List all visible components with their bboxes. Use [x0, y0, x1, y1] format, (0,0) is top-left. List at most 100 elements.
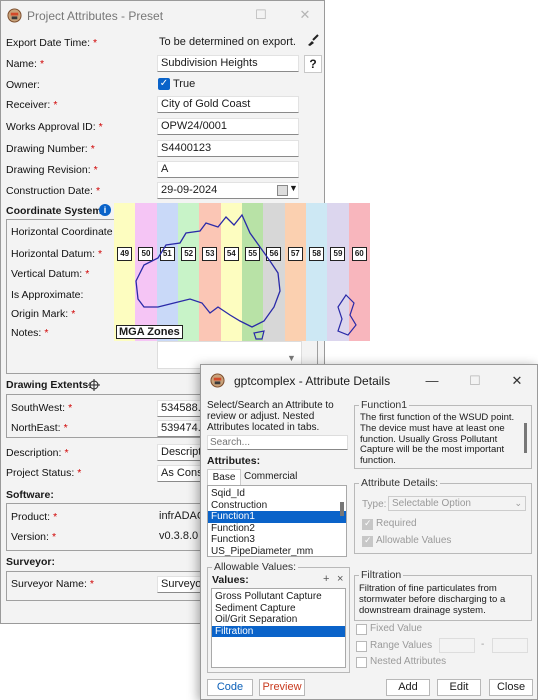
software-heading: Software: — [6, 489, 54, 501]
export-date-value: To be determined on export. — [159, 36, 296, 48]
remove-value-icon[interactable]: × — [337, 573, 343, 585]
calendar-icon[interactable] — [277, 185, 288, 196]
description-label: Description: * — [6, 447, 69, 459]
owner-value: True — [173, 78, 196, 90]
vertical-datum-label: Vertical Datum: * — [11, 268, 90, 280]
app-icon — [210, 373, 225, 388]
range-min-field[interactable] — [439, 638, 475, 653]
horizontal-datum-label: Horizontal Datum: * — [11, 248, 103, 260]
add-button[interactable]: Add — [386, 679, 430, 696]
australia-outline — [135, 213, 357, 340]
product-label: Product: * — [11, 511, 58, 523]
product-value: infrADAC — [159, 510, 205, 522]
northeast-label: NorthEast: * — [11, 422, 68, 434]
attribute-list-item[interactable]: Sqid_Id — [208, 488, 346, 500]
description-scrollbar[interactable] — [524, 423, 527, 453]
allowable-values-title: Allowable Values: — [212, 561, 299, 573]
close-icon[interactable]: ✕ — [509, 373, 525, 389]
receiver-field[interactable]: City of Gold Coast — [157, 96, 299, 113]
fixed-value-checkbox[interactable] — [356, 624, 367, 635]
drawing-number-label: Drawing Number: * — [6, 143, 95, 155]
close-button[interactable]: Close — [489, 679, 533, 696]
surveyor-name-label: Surveyor Name: * — [11, 578, 94, 590]
drawing-revision-field[interactable]: A — [157, 161, 299, 178]
value-list-item[interactable]: Gross Pollutant Capture — [212, 591, 345, 603]
works-approval-label: Works Approval ID: * — [6, 121, 103, 133]
value-list-item[interactable]: Oil/Grit Separation — [212, 614, 345, 626]
description-box-title: Function1 — [359, 399, 410, 411]
maximize-icon[interactable]: ☐ — [253, 7, 269, 23]
preset-title-bar: Project Attributes - Preset ☐ ✕ — [1, 1, 324, 31]
attribute-list-item[interactable]: Function3 — [208, 534, 346, 546]
mga-zones-map: 49 50 51 52 53 54 55 56 57 58 59 60 MGA Zones — [114, 203, 370, 341]
edit-button[interactable]: Edit — [437, 679, 481, 696]
type-select[interactable]: Selectable Option ⌄ — [388, 496, 526, 511]
attributes-list[interactable]: Sqid_Id Construction Function1 Function2 Fun… — [207, 485, 347, 557]
tab-commercial[interactable]: Commercial — [244, 471, 297, 482]
range-values-label: Range Values — [370, 640, 433, 651]
project-status-label: Project Status: * — [6, 467, 82, 479]
value-list-item[interactable]: Sediment Capture — [212, 603, 345, 615]
add-value-icon[interactable]: + — [323, 573, 329, 585]
search-input[interactable] — [207, 435, 348, 450]
range-values-checkbox[interactable] — [356, 641, 367, 652]
close-icon[interactable]: ✕ — [297, 7, 313, 23]
notes-label: Notes: * — [11, 327, 49, 339]
southwest-label: SouthWest: * — [11, 402, 73, 414]
attribute-list-item[interactable]: Function2 — [208, 523, 346, 535]
values-label: Values: — [212, 574, 249, 586]
minimize-icon[interactable]: — — [424, 373, 440, 389]
crosshair-icon[interactable] — [88, 379, 100, 391]
attribute-details-box: Attribute Details: Type: Selectable Opti… — [354, 477, 532, 554]
value-list-item[interactable]: Filtration — [212, 625, 345, 637]
details-window-title: gptcomplex - Attribute Details — [234, 374, 391, 388]
owner-label: Owner: — [6, 79, 40, 91]
preset-window-title: Project Attributes - Preset — [27, 9, 164, 23]
allowable-values-box: Allowable Values: Values: + × Gross Poll… — [207, 561, 350, 673]
name-label: Name: * — [6, 58, 45, 70]
attributes-scrollbar[interactable] — [340, 502, 344, 516]
value-description-text: Filtration of fine particulates from sto… — [359, 583, 506, 616]
attribute-list-item[interactable]: US_PipeDiameter_mm — [208, 546, 346, 557]
app-icon — [7, 8, 22, 23]
date-dropdown-icon[interactable]: ▼ — [289, 183, 298, 193]
nested-attributes-checkbox[interactable] — [356, 657, 367, 668]
attribute-details-title: Attribute Details: — [359, 477, 441, 489]
type-label: Type: — [362, 499, 387, 510]
description-box: Function1 The first function of the WSUD… — [354, 399, 532, 469]
attribute-list-item[interactable]: Function1 — [208, 511, 346, 523]
mga-zones-label: MGA Zones — [116, 325, 183, 339]
allowable-values-label: Allowable Values — [376, 535, 452, 546]
drawing-extents-heading: Drawing Extents: — [6, 379, 92, 391]
construction-date-label: Construction Date: * — [6, 185, 101, 197]
fixed-value-label: Fixed Value — [370, 623, 423, 634]
info-icon[interactable]: i — [99, 204, 111, 216]
search-help-text: Select/Search an Attribute to review or … — [207, 400, 334, 433]
required-label: Required — [376, 518, 417, 529]
brush-icon[interactable] — [304, 33, 322, 51]
chevron-down-icon: ⌄ — [514, 498, 522, 508]
help-button[interactable]: ? — [304, 55, 322, 73]
attributes-label: Attributes: — [207, 455, 261, 467]
works-approval-field[interactable]: OPW24/0001 — [157, 118, 299, 135]
surveyor-heading: Surveyor: — [6, 556, 56, 568]
notes-scroll-icon[interactable]: ▼ — [287, 353, 296, 363]
version-value: v0.3.8.0 ( — [159, 530, 205, 542]
required-checkbox[interactable] — [362, 518, 373, 530]
tab-base[interactable]: Base — [207, 469, 241, 485]
range-separator: - — [481, 639, 485, 650]
values-list[interactable]: Gross Pollutant Capture Sediment Capture O… — [211, 588, 346, 668]
name-field[interactable]: Subdivision Heights — [157, 55, 299, 72]
allowable-values-checkbox[interactable] — [362, 535, 373, 547]
value-description-box: Filtration Filtration of fine particulat… — [354, 569, 532, 621]
maximize-icon[interactable]: ☐ — [467, 373, 483, 389]
drawing-number-field[interactable]: S4400123 — [157, 140, 299, 157]
code-button[interactable]: Code — [207, 679, 253, 696]
export-date-label: Export Date Time: * — [6, 37, 98, 49]
preview-button[interactable]: Preview — [259, 679, 305, 696]
owner-checkbox[interactable]: ✓ — [158, 78, 170, 90]
attribute-list-item[interactable]: Construction — [208, 500, 346, 512]
range-max-field[interactable] — [492, 638, 528, 653]
version-label: Version: * — [11, 531, 57, 543]
nested-attributes-label: Nested Attributes — [370, 656, 447, 667]
